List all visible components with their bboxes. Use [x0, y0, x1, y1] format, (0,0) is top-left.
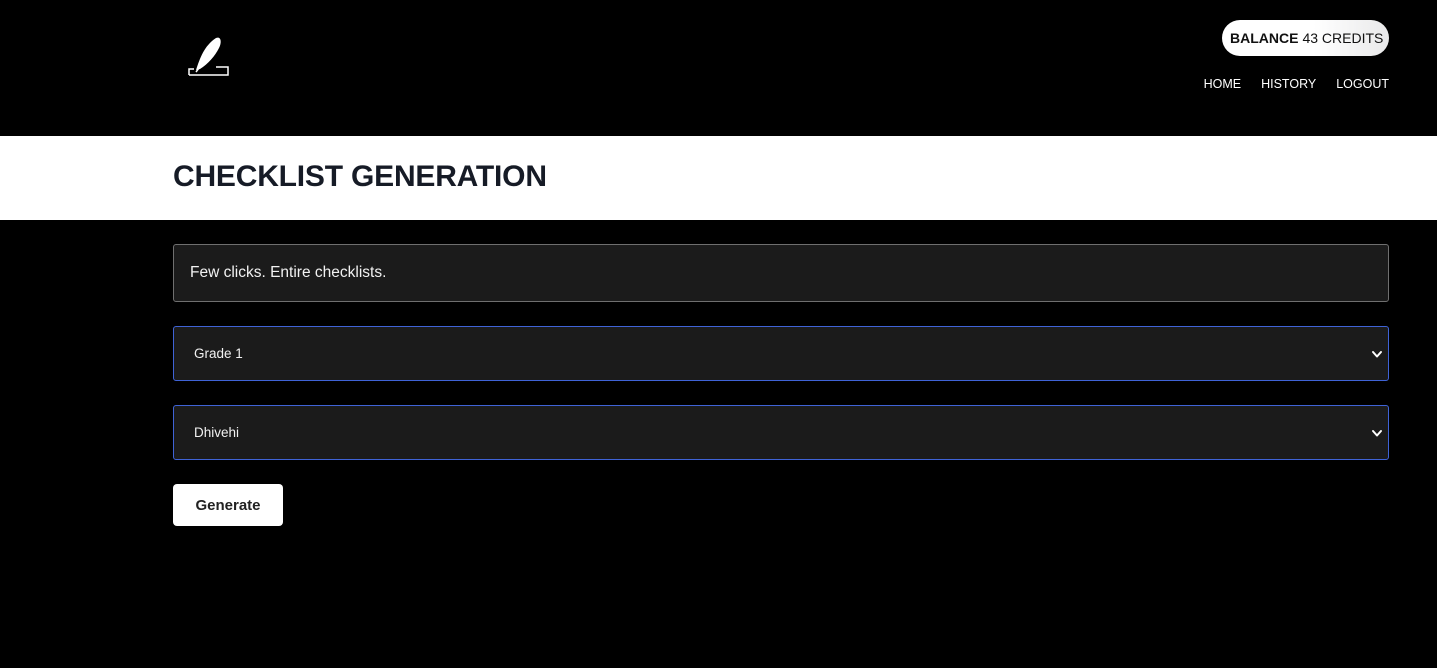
chevron-down-icon [1372, 350, 1382, 357]
grade-select[interactable]: Grade 1 [173, 326, 1389, 381]
balance-label: BALANCE [1230, 30, 1299, 46]
language-select-value: Dhivehi [194, 425, 240, 440]
generate-button[interactable]: Generate [173, 484, 283, 526]
balance-badge: BALANCE 43 CREDITS [1222, 20, 1389, 56]
grade-select-value: Grade 1 [194, 346, 243, 361]
page-title: CHECKLIST GENERATION [173, 160, 547, 193]
top-header: BALANCE 43 CREDITS HOME HISTORY LOGOUT [0, 0, 1437, 136]
language-select[interactable]: Dhivehi [173, 405, 1389, 460]
nav-history-link[interactable]: HISTORY [1261, 77, 1316, 91]
quill-feather-icon[interactable] [186, 34, 232, 78]
balance-value: 43 CREDITS [1302, 30, 1384, 46]
top-nav: HOME HISTORY LOGOUT [1204, 77, 1389, 91]
nav-logout-link[interactable]: LOGOUT [1336, 77, 1389, 91]
nav-home-link[interactable]: HOME [1204, 77, 1242, 91]
tagline-box: Few clicks. Entire checklists. [173, 244, 1389, 302]
chevron-down-icon [1372, 429, 1382, 436]
tagline-text: Few clicks. Entire checklists. [190, 264, 387, 281]
title-band: CHECKLIST GENERATION [0, 136, 1437, 220]
